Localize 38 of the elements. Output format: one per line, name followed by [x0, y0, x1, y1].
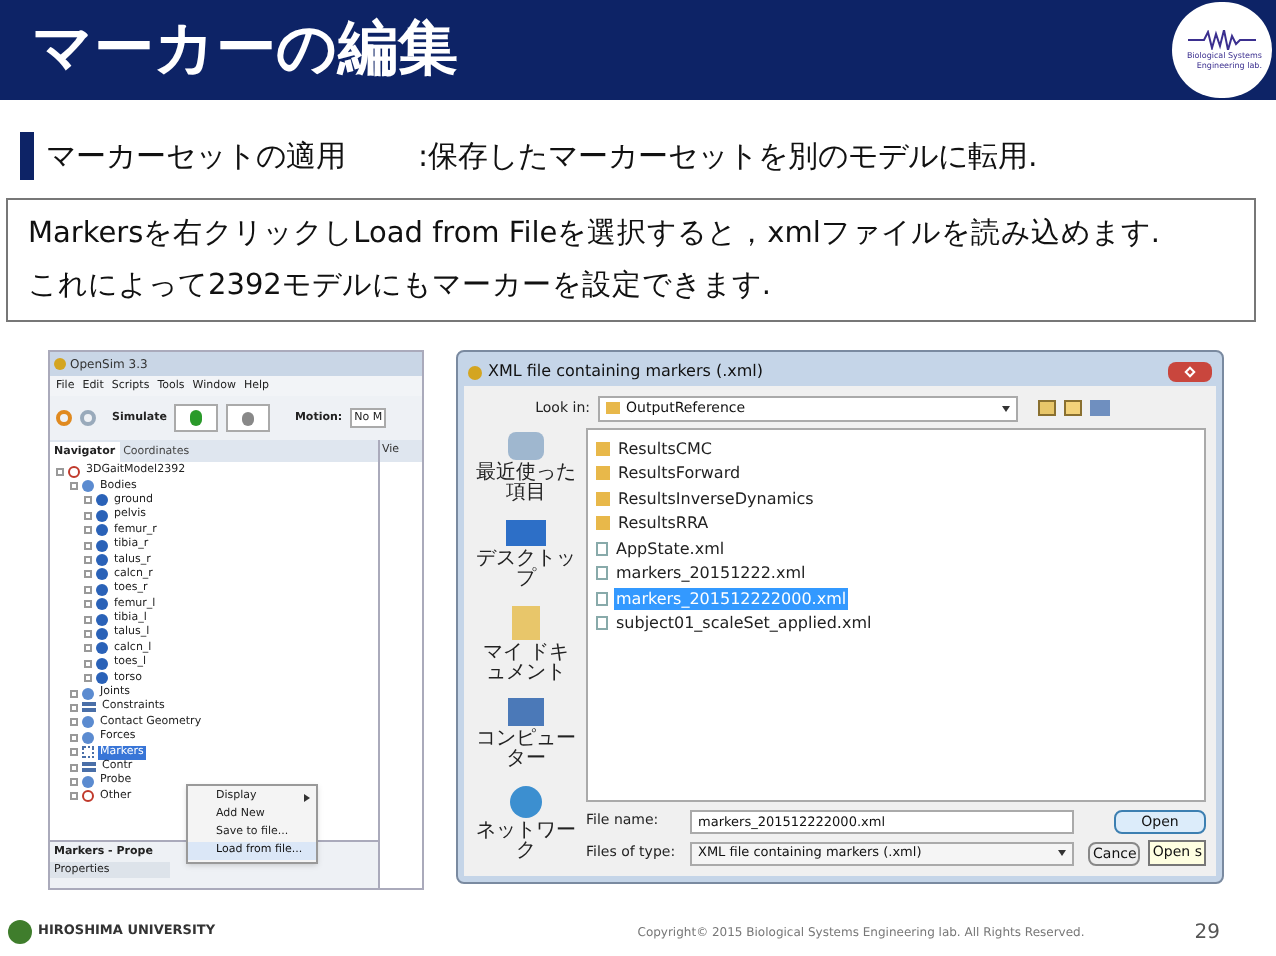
desktop-icon [506, 519, 546, 546]
model-icon [68, 465, 80, 478]
group-icon [82, 775, 94, 788]
list-icon [82, 702, 96, 713]
dialog-title: XML file containing markers (.xml) [488, 360, 764, 384]
close-button[interactable] [1168, 362, 1212, 382]
list-icon [82, 762, 96, 772]
markers-icon [82, 746, 94, 759]
page-number: 29 [1194, 919, 1220, 947]
group-icon [82, 687, 94, 700]
directory-entry[interactable]: ResultsRRA [616, 512, 711, 535]
place-shortcut[interactable]: デスクトップ [474, 519, 578, 590]
section-heading: マーカーセットの適用 [46, 135, 348, 178]
app-icon [468, 365, 482, 379]
group-icon [82, 480, 94, 493]
dropdown-arrow-icon [1058, 850, 1066, 856]
note-text: Markersを右クリックしLoad from Fileを選択すると，xmlファイルを読み込めます. [28, 216, 1163, 254]
directory-entry[interactable]: markers_20151222.xml [614, 562, 808, 585]
place-shortcut[interactable]: 最近使った項目 [474, 432, 578, 504]
slide-title: マーカーの編集 [32, 20, 458, 80]
directory-entry[interactable]: subject01_scaleSet_applied.xml [614, 612, 874, 635]
place-shortcut[interactable]: コンピューター [474, 698, 578, 771]
directory-entry[interactable]: AppState.xml [614, 537, 727, 560]
directory-entry[interactable]: ResultsInverseDynamics [616, 487, 816, 510]
section-marker [20, 132, 34, 180]
directory-entry[interactable]: ResultsCMC [616, 437, 714, 460]
waveform-icon [1188, 30, 1256, 50]
stop-button[interactable] [226, 404, 271, 432]
section-description: :保存したマーカーセットを別のモデルに転用. [418, 135, 1038, 178]
place-shortcut[interactable]: ネットワーク [474, 786, 578, 862]
dropdown-arrow-icon [1002, 405, 1010, 411]
run-button[interactable] [174, 404, 219, 432]
folder-icon [606, 402, 620, 414]
directory-entry[interactable]: ResultsForward [616, 462, 743, 485]
other-icon [82, 790, 94, 803]
app-icon [54, 358, 66, 370]
note-text: これによって2392モデルにもマーカーを設定できます. [28, 267, 774, 306]
place-shortcut[interactable]: マイ ドキュメント [474, 605, 578, 683]
